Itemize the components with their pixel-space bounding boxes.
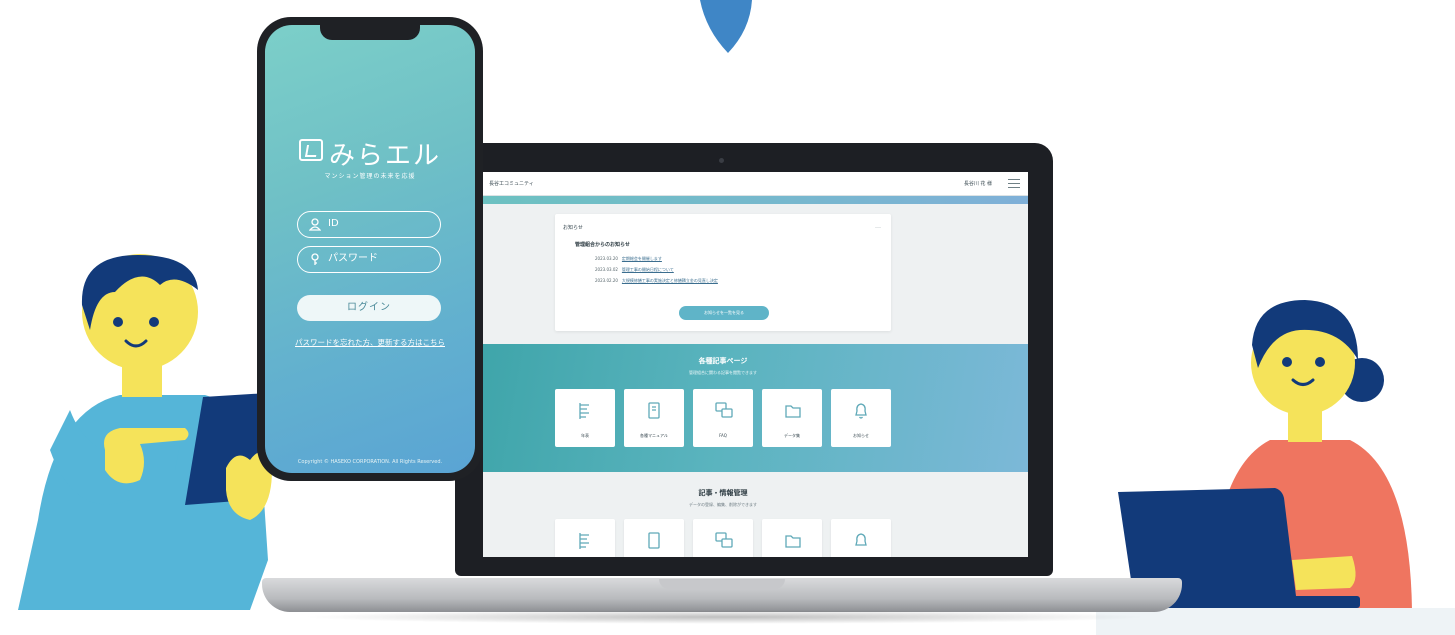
- hamburger-menu-icon[interactable]: [1008, 179, 1020, 188]
- notice-heading: お知らせ: [563, 225, 583, 231]
- news-title[interactable]: 大規模修繕工事の実施決定と修繕積立金の見直し決定: [622, 278, 718, 283]
- web-header: 長谷工コミュニティ 長谷川 花 様: [483, 172, 1028, 196]
- person-left-illustration: [18, 254, 272, 610]
- timeline-icon: [579, 533, 589, 549]
- notice-subheading: 管理組合からのお知らせ: [575, 242, 630, 248]
- tile-label: 年表: [581, 433, 589, 438]
- id-placeholder: ID: [328, 218, 339, 229]
- laptop-shadow: [300, 610, 1150, 624]
- news-title[interactable]: 定期総会を開催します: [622, 256, 662, 261]
- news-date: 2023.02.20: [595, 278, 618, 283]
- arrow-down-icon: [700, 0, 752, 53]
- notice-card: お知らせ … 管理組合からのお知らせ 2023.03.20 定期総会を開催します …: [555, 214, 891, 331]
- tile-label: 各種マニュアル: [640, 433, 668, 438]
- tile-data[interactable]: データ集: [762, 389, 822, 447]
- tile-label: FAQ: [719, 433, 727, 438]
- news-date: 2023.03.20: [595, 256, 618, 261]
- bell-icon: [855, 533, 867, 546]
- web-brand[interactable]: 長谷工コミュニティ: [489, 180, 534, 187]
- phone-screen: みらエル マンション管理の未来を応援 ID パスワード ログイン パスワードを忘…: [265, 25, 475, 473]
- laptop-screen: 長谷工コミュニティ 長谷川 花 様 お知らせ … 管理組合からのお知らせ 202…: [483, 172, 1028, 557]
- user-icon: [309, 218, 321, 231]
- manage-tile-data[interactable]: [762, 519, 822, 557]
- folder-icon: [785, 405, 801, 418]
- phone-notch: [320, 24, 420, 40]
- tile-label: お知らせ: [853, 433, 869, 438]
- password-placeholder: パスワード: [328, 253, 378, 264]
- tile-notice[interactable]: お知らせ: [831, 389, 891, 447]
- articles-title: 各種記事ページ: [698, 357, 748, 365]
- tile-faq[interactable]: FAQ: [693, 389, 753, 447]
- copyright-text: Copyright © HASEKO CORPORATION. All Righ…: [297, 459, 443, 465]
- web-user-name[interactable]: 長谷川 花 様: [964, 180, 992, 187]
- manual-icon: [648, 532, 660, 549]
- bell-icon: [855, 403, 867, 419]
- news-date: 2023.03.02: [595, 267, 618, 272]
- app-logo: みらエル: [329, 141, 442, 171]
- news-item[interactable]: 2023.03.20 定期総会を開催します: [595, 256, 662, 262]
- app-tagline: マンション管理の未来を応援: [324, 173, 416, 180]
- id-field[interactable]: ID: [297, 211, 441, 238]
- articles-section: 各種記事ページ 管理組合に関わる記事を閲覧できます 年表 各種マニュアル FAQ…: [483, 344, 1028, 472]
- articles-subtitle: 管理組合に関わる記事を閲覧できます: [689, 370, 757, 375]
- faq-icon: [715, 532, 733, 548]
- faq-icon: [715, 402, 733, 418]
- management-subtitle: データの登録、編集、削除ができます: [689, 502, 757, 507]
- news-title[interactable]: 管理工事の開始日程について: [622, 267, 674, 272]
- manage-tile-timeline[interactable]: [555, 519, 615, 557]
- manage-tile-notice[interactable]: [831, 519, 891, 557]
- tile-manual[interactable]: 各種マニュアル: [624, 389, 684, 447]
- timeline-icon: [579, 403, 589, 419]
- manual-icon: [648, 402, 660, 419]
- key-icon: [311, 253, 319, 265]
- notice-more-button[interactable]: お知らせを一覧を見る: [679, 306, 769, 320]
- manage-tile-manual[interactable]: [624, 519, 684, 557]
- header-gradient-band: [483, 196, 1028, 204]
- more-dots-icon[interactable]: …: [875, 223, 881, 230]
- news-item[interactable]: 2023.02.20 大規模修繕工事の実施決定と修繕積立金の見直し決定: [595, 278, 718, 284]
- news-item[interactable]: 2023.03.02 管理工事の開始日程について: [595, 267, 674, 273]
- tile-timeline[interactable]: 年表: [555, 389, 615, 447]
- management-title: 記事・情報管理: [698, 489, 748, 497]
- login-button[interactable]: ログイン: [297, 295, 441, 321]
- forgot-password-link[interactable]: パスワードを忘れた方、更新する方はこちら: [265, 337, 475, 348]
- tile-label: データ集: [784, 433, 800, 438]
- laptop-notch: [659, 579, 785, 589]
- manage-tile-faq[interactable]: [693, 519, 753, 557]
- password-field[interactable]: パスワード: [297, 246, 441, 273]
- logo-mark-icon: [299, 139, 323, 161]
- laptop-camera: [719, 158, 724, 163]
- folder-icon: [785, 535, 801, 548]
